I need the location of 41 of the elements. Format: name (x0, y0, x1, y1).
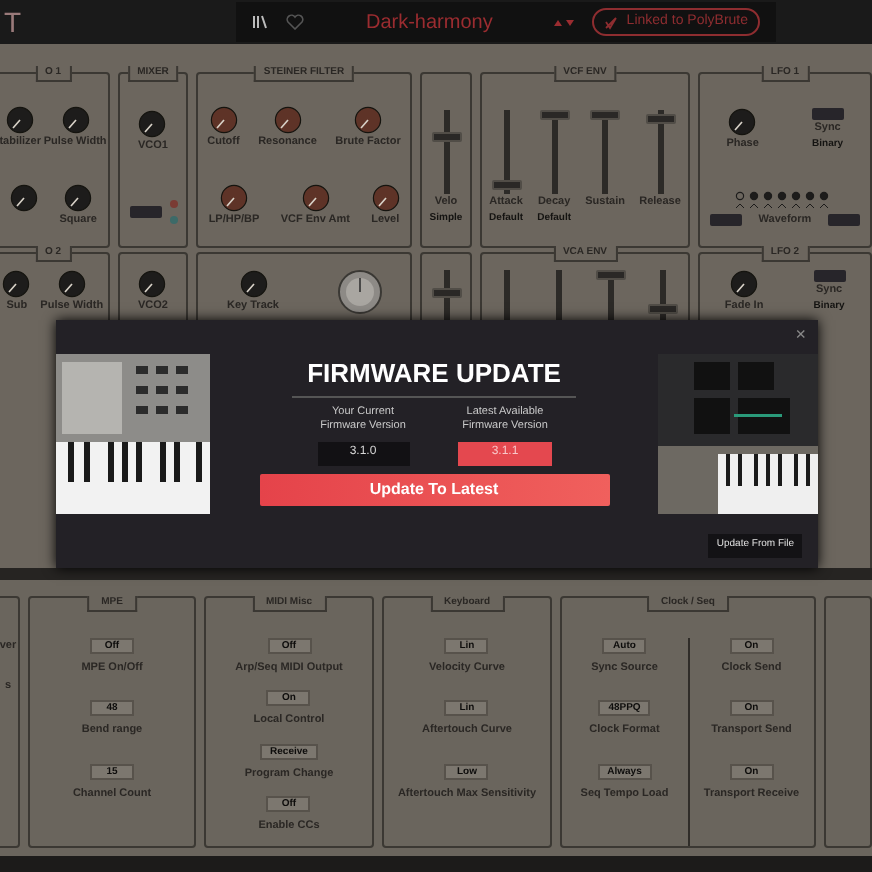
led-icon (169, 215, 177, 224)
slider-thumb[interactable] (595, 270, 626, 280)
waveform-switch[interactable] (827, 214, 860, 226)
dialog-title: FIRMWARE UPDATE (291, 354, 577, 397)
knob[interactable] (6, 105, 35, 134)
knob[interactable] (239, 270, 267, 298)
close-button[interactable]: × (795, 326, 806, 344)
knob[interactable] (273, 105, 302, 134)
toggle-switch[interactable] (811, 107, 844, 119)
led-icon (169, 199, 177, 208)
preset-arrows-icon[interactable] (554, 17, 577, 27)
slider-thumb[interactable] (491, 180, 522, 191)
library-icon[interactable] (252, 14, 268, 30)
slider-thumb[interactable] (645, 113, 675, 124)
slider-thumb[interactable] (431, 288, 461, 299)
knob[interactable] (209, 105, 238, 134)
slider-thumb[interactable] (539, 110, 570, 120)
knob[interactable] (728, 107, 757, 135)
knob[interactable] (2, 270, 31, 298)
heart-icon[interactable] (286, 14, 304, 30)
slider-thumb[interactable] (590, 110, 621, 120)
preset-name[interactable]: Dark-harmony (304, 7, 555, 37)
knob[interactable] (354, 105, 383, 134)
slider-thumb[interactable] (431, 132, 461, 143)
toggle-switch[interactable] (813, 270, 846, 282)
slider-thumb[interactable] (647, 303, 678, 314)
knob[interactable] (220, 184, 248, 213)
knob[interactable] (61, 105, 90, 134)
knob[interactable] (64, 184, 93, 213)
knob[interactable] (301, 184, 330, 213)
knob[interactable] (730, 270, 759, 298)
toggle-switch[interactable] (129, 205, 161, 218)
knob[interactable] (138, 270, 167, 298)
waveform-switch[interactable] (710, 214, 743, 226)
knob[interactable] (371, 184, 400, 213)
knob[interactable] (9, 184, 38, 213)
update-button[interactable]: Update To Latest (259, 473, 609, 505)
large-knob[interactable] (337, 270, 381, 314)
knob[interactable] (138, 110, 167, 139)
knob[interactable] (57, 270, 86, 298)
logo-text: T (2, 3, 24, 41)
